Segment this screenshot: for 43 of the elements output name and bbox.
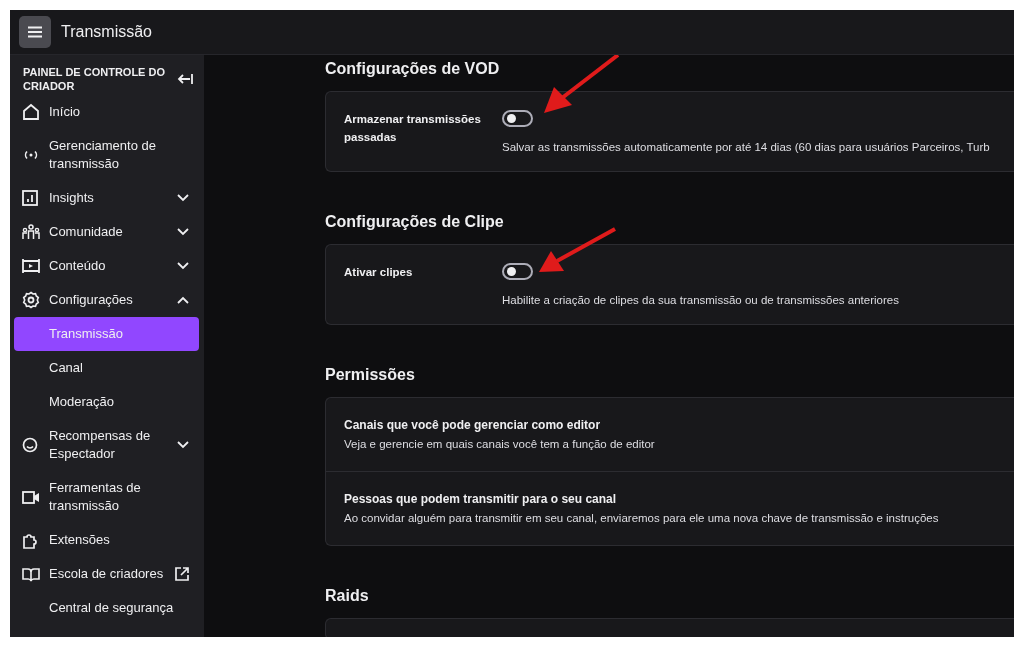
nav-item[interactable]: Início (14, 95, 199, 129)
nav-item[interactable]: Extensões (14, 523, 199, 557)
nav-item[interactable]: Gerenciamento de transmissão (14, 129, 199, 181)
nav-item[interactable]: Ferramentas de transmissão (14, 471, 199, 523)
toggle-switch[interactable] (502, 110, 533, 127)
section-title: Raids (325, 588, 370, 604)
nav-item[interactable]: Central de segurança (14, 591, 199, 625)
setting-description: Ao convidar alguém para transmitir em seu canal, enviaremos para ele uma nova chave de transmissão e instruções (344, 511, 940, 526)
nav-item[interactable]: Configurações (14, 283, 199, 317)
setting-description: Habilite a criação de clipes da sua transmissão ou de transmissões anteriores (502, 293, 899, 308)
home-icon (22, 103, 40, 121)
toggle-switch[interactable] (502, 263, 533, 280)
setting-label: Armazenar transmissões passadas (344, 112, 482, 145)
nav-item[interactable]: Comunidade (14, 215, 199, 249)
sidebar-heading: PAINEL DE CONTROLE DO CRIADOR (23, 65, 166, 93)
collapse-icon[interactable] (177, 73, 193, 85)
puzzle-icon (22, 531, 40, 549)
broadcast-icon (22, 149, 40, 161)
section-title: Configurações de VOD (325, 61, 501, 77)
nav-item[interactable]: Conteúdo (14, 249, 199, 283)
nav-item[interactable]: Escola de criadores (14, 557, 199, 591)
page-title: Transmissão (61, 23, 152, 41)
film-icon (22, 258, 40, 274)
menu-icon (27, 25, 43, 39)
settings-icon (22, 291, 40, 309)
video-camera-icon (22, 490, 40, 504)
nav-subitem[interactable]: Moderação (14, 385, 199, 419)
section-title: Configurações de Clipe (325, 214, 505, 230)
setting-link[interactable]: Pessoas que podem transmitir para o seu canal (344, 491, 996, 507)
people-icon (22, 224, 40, 240)
setting-link[interactable]: Canais que você pode gerenciar como editor (344, 417, 996, 433)
setting-description: Salvar as transmissões automaticamente por até 14 dias (60 dias para usuários Parceiros, Turb (502, 140, 990, 155)
setting-label: Ativar clipes (344, 265, 414, 280)
section-title: Permissões (325, 367, 416, 383)
smiley-icon (22, 437, 38, 453)
nav-subitem[interactable]: Transmissão (14, 317, 199, 351)
chart-icon (22, 190, 38, 206)
book-icon (22, 566, 40, 582)
nav-item[interactable]: Recompensas de Espectador (14, 419, 199, 471)
menu-button[interactable] (19, 16, 51, 48)
nav-item[interactable]: Insights (14, 181, 199, 215)
setting-description: Veja e gerencie em quais canais você tem a função de editor (344, 437, 656, 452)
nav-subitem[interactable]: Canal (14, 351, 199, 385)
